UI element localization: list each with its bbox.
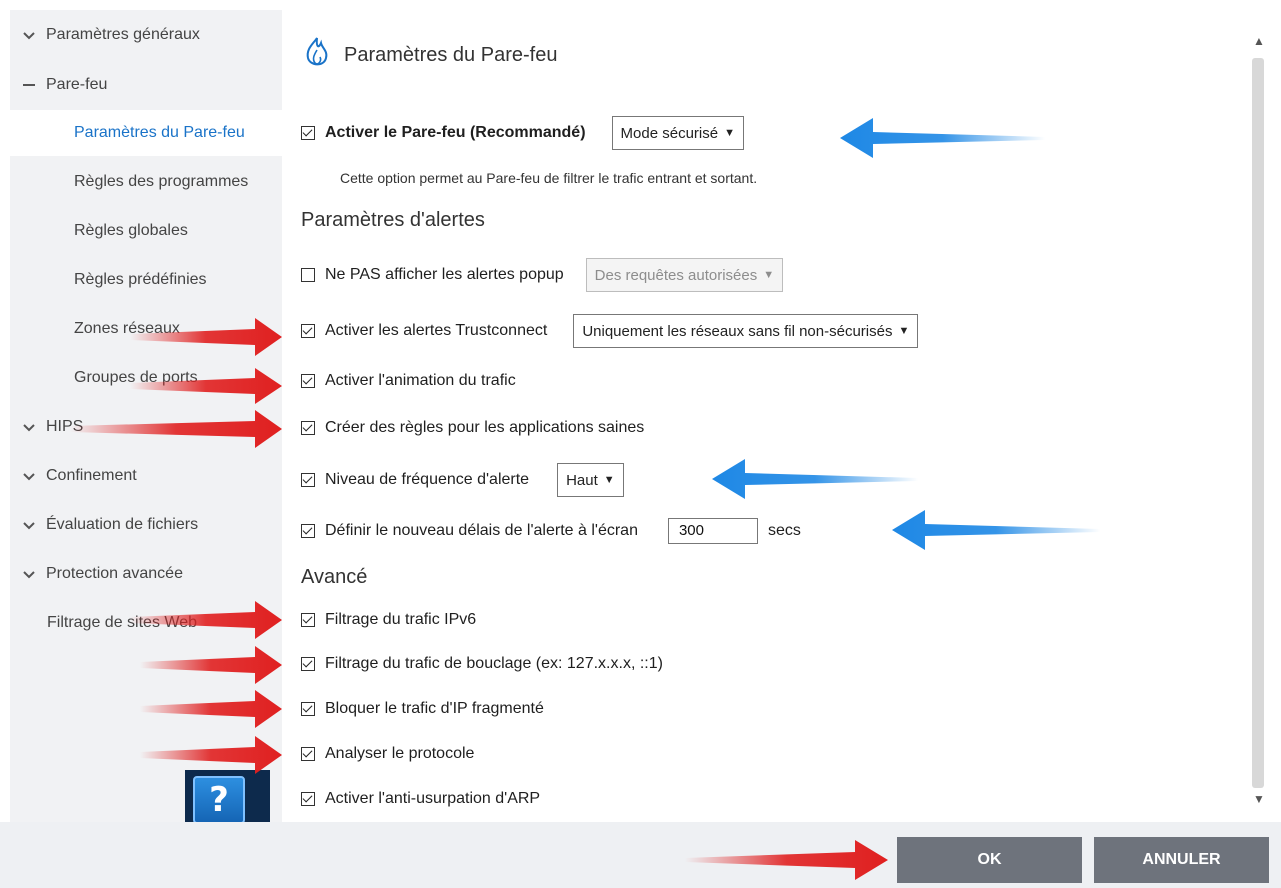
loopback-row: Filtrage du trafic de bouclage (ex: 127.… bbox=[301, 655, 663, 673]
sidebar-item-label: Paramètres généraux bbox=[46, 26, 200, 43]
sidebar-item-label: Zones réseaux bbox=[74, 320, 180, 337]
protocol-checkbox[interactable] bbox=[301, 747, 315, 761]
sidebar-item-label: Pare-feu bbox=[46, 76, 108, 93]
sidebar-item-containment[interactable]: Confinement bbox=[10, 453, 282, 499]
collapse-icon bbox=[22, 78, 36, 92]
footer-bar: OK ANNULER bbox=[0, 822, 1281, 888]
arp-checkbox[interactable] bbox=[301, 792, 315, 806]
dropdown-arrow-icon: ▼ bbox=[603, 474, 615, 486]
frequency-label: Niveau de fréquence d'alerte bbox=[325, 471, 530, 488]
timeout-row: Définir le nouveau délais de l'alerte à … bbox=[301, 518, 801, 544]
create-rules-row: Créer des règles pour les applications s… bbox=[301, 419, 644, 437]
dropdown-arrow-icon: ▼ bbox=[724, 127, 735, 139]
sidebar-item-network-zones[interactable]: Zones réseaux bbox=[10, 306, 282, 352]
no-popup-checkbox[interactable] bbox=[301, 268, 315, 282]
trustconnect-value: Uniquement les réseaux sans fil non-sécu… bbox=[582, 322, 893, 340]
advanced-heading: Avancé bbox=[301, 566, 368, 588]
sidebar: Paramètres généraux Pare-feu Paramètres … bbox=[10, 10, 282, 822]
dropdown-arrow-icon: ▼ bbox=[898, 325, 910, 337]
sidebar-item-label: Paramètres du Pare-feu bbox=[74, 124, 245, 141]
sidebar-item-firewall-settings[interactable]: Paramètres du Pare-feu bbox=[10, 110, 282, 156]
trustconnect-checkbox[interactable] bbox=[301, 324, 315, 338]
protocol-label: Analyser le protocole bbox=[325, 745, 475, 762]
chevron-down-icon bbox=[22, 28, 36, 42]
ok-button[interactable]: OK bbox=[897, 837, 1082, 883]
page-header: Paramètres du Pare-feu bbox=[304, 36, 557, 75]
help-icon: ? bbox=[193, 776, 245, 824]
chevron-down-icon bbox=[22, 518, 36, 532]
fragmented-checkbox[interactable] bbox=[301, 702, 315, 716]
vertical-scrollbar[interactable]: ▲ ▼ bbox=[1248, 30, 1270, 820]
main-panel: Paramètres du Pare-feu Activer le Pare-f… bbox=[282, 10, 1244, 822]
arp-label: Activer l'anti-usurpation d'ARP bbox=[325, 790, 541, 807]
sidebar-item-web-filtering[interactable]: Filtrage de sites Web bbox=[10, 600, 282, 646]
page-title: Paramètres du Pare-feu bbox=[344, 44, 558, 66]
dropdown-arrow-icon: ▼ bbox=[763, 269, 775, 281]
sidebar-item-label: Filtrage de sites Web bbox=[47, 614, 197, 631]
sidebar-item-program-rules[interactable]: Règles des programmes bbox=[10, 159, 282, 205]
timeout-label: Définir le nouveau délais de l'alerte à … bbox=[325, 522, 638, 539]
firewall-enable-label: Activer le Pare-feu (Recommandé) bbox=[325, 124, 586, 141]
help-button[interactable]: ? bbox=[185, 770, 270, 828]
trustconnect-select[interactable]: Uniquement les réseaux sans fil non-sécu… bbox=[573, 314, 919, 348]
sidebar-item-general-settings[interactable]: Paramètres généraux bbox=[10, 12, 282, 58]
no-popup-row: Ne PAS afficher les alertes popup Des re… bbox=[301, 258, 784, 292]
sidebar-item-label: Règles prédéfinies bbox=[74, 271, 207, 288]
sidebar-item-label: Évaluation de fichiers bbox=[46, 516, 199, 533]
sidebar-item-label: HIPS bbox=[46, 418, 84, 435]
fire-icon bbox=[304, 36, 330, 75]
animation-checkbox[interactable] bbox=[301, 374, 315, 388]
sidebar-item-global-rules[interactable]: Règles globales bbox=[10, 208, 282, 254]
sidebar-item-label: Confinement bbox=[46, 467, 137, 484]
scroll-up-icon[interactable]: ▲ bbox=[1251, 34, 1267, 50]
sidebar-item-advanced-protection[interactable]: Protection avancée bbox=[10, 551, 282, 597]
frequency-checkbox[interactable] bbox=[301, 473, 315, 487]
create-rules-checkbox[interactable] bbox=[301, 421, 315, 435]
alerts-heading: Paramètres d'alertes bbox=[301, 209, 485, 231]
arp-row: Activer l'anti-usurpation d'ARP bbox=[301, 790, 540, 808]
trustconnect-label: Activer les alertes Trustconnect bbox=[325, 322, 548, 339]
sidebar-item-hips[interactable]: HIPS bbox=[10, 404, 282, 450]
cancel-button[interactable]: ANNULER bbox=[1094, 837, 1269, 883]
ipv6-label: Filtrage du trafic IPv6 bbox=[325, 611, 477, 628]
sidebar-item-firewall[interactable]: Pare-feu bbox=[10, 62, 282, 108]
firewall-enable-row: Activer le Pare-feu (Recommandé) Mode sé… bbox=[301, 116, 744, 150]
frequency-row: Niveau de fréquence d'alerte Haut ▼ bbox=[301, 463, 624, 497]
timeout-unit: secs bbox=[767, 522, 801, 539]
sidebar-item-label: Règles des programmes bbox=[74, 173, 249, 190]
animation-label: Activer l'animation du trafic bbox=[325, 372, 516, 389]
animation-row: Activer l'animation du trafic bbox=[301, 372, 516, 390]
scroll-thumb[interactable] bbox=[1252, 58, 1264, 788]
timeout-checkbox[interactable] bbox=[301, 524, 315, 538]
create-rules-label: Créer des règles pour les applications s… bbox=[325, 419, 645, 436]
trustconnect-row: Activer les alertes Trustconnect Uniquem… bbox=[301, 314, 919, 348]
frequency-select[interactable]: Haut ▼ bbox=[557, 463, 624, 497]
fragmented-label: Bloquer le trafic d'IP fragmenté bbox=[325, 700, 544, 717]
fragmented-row: Bloquer le trafic d'IP fragmenté bbox=[301, 700, 544, 718]
no-popup-select[interactable]: Des requêtes autorisées ▼ bbox=[585, 258, 784, 292]
loopback-label: Filtrage du trafic de bouclage (ex: 127.… bbox=[325, 655, 663, 672]
firewall-description: Cette option permet au Pare-feu de filtr… bbox=[340, 170, 758, 186]
timeout-input[interactable]: 300 bbox=[667, 518, 758, 544]
no-popup-value: Des requêtes autorisées bbox=[594, 266, 758, 284]
sidebar-item-port-groups[interactable]: Groupes de ports bbox=[10, 355, 282, 401]
sidebar-item-label: Protection avancée bbox=[46, 565, 183, 582]
sidebar-item-predefined-rules[interactable]: Règles prédéfinies bbox=[10, 257, 282, 303]
loopback-checkbox[interactable] bbox=[301, 657, 315, 671]
chevron-down-icon bbox=[22, 567, 36, 581]
firewall-enable-checkbox[interactable] bbox=[301, 126, 315, 140]
sidebar-item-file-rating[interactable]: Évaluation de fichiers bbox=[10, 502, 282, 548]
firewall-mode-value: Mode sécurisé bbox=[620, 124, 719, 142]
firewall-mode-select[interactable]: Mode sécurisé ▼ bbox=[611, 116, 744, 150]
ipv6-checkbox[interactable] bbox=[301, 613, 315, 627]
sidebar-item-label: Règles globales bbox=[74, 222, 188, 239]
scroll-down-icon[interactable]: ▼ bbox=[1251, 792, 1267, 808]
chevron-down-icon bbox=[22, 420, 36, 434]
chevron-down-icon bbox=[22, 469, 36, 483]
sidebar-item-label: Groupes de ports bbox=[74, 369, 198, 386]
ipv6-row: Filtrage du trafic IPv6 bbox=[301, 611, 476, 629]
protocol-row: Analyser le protocole bbox=[301, 745, 474, 763]
frequency-value: Haut bbox=[566, 471, 598, 489]
no-popup-label: Ne PAS afficher les alertes popup bbox=[325, 266, 564, 283]
